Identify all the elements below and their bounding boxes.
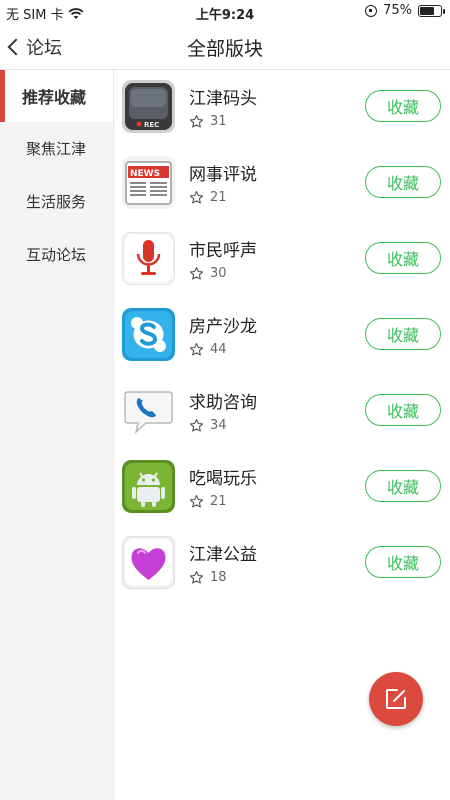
sidebar-item-focus-jiangjin[interactable]: 聚焦江津 — [0, 122, 113, 175]
board-name: 吃喝玩乐 — [189, 469, 257, 489]
sidebar-item-label: 互动论坛 — [26, 246, 87, 264]
compose-button[interactable] — [369, 672, 423, 726]
android-icon — [122, 460, 175, 513]
board-follow-count: 30 — [189, 266, 227, 281]
board-name: 市民呼声 — [189, 241, 257, 261]
count-value: 21 — [210, 494, 227, 509]
board-row[interactable]: 求助咨询 34 收藏 — [114, 374, 450, 450]
board-name: 江津码头 — [189, 89, 257, 109]
board-row[interactable]: REC 江津码头 31 收藏 — [114, 70, 450, 146]
favorite-button[interactable]: 收藏 — [365, 166, 441, 198]
count-value: 18 — [210, 570, 227, 585]
count-value: 30 — [210, 266, 227, 281]
newspaper-icon: NEWS — [122, 156, 175, 209]
board-follow-count: 21 — [189, 190, 227, 205]
favorite-button[interactable]: 收藏 — [365, 90, 441, 122]
board-row[interactable]: 江津公益 18 收藏 — [114, 526, 450, 602]
board-follow-count: 31 — [189, 114, 227, 129]
rec-tv-icon: REC — [122, 80, 175, 133]
microphone-icon — [122, 232, 175, 285]
favorite-button[interactable]: 收藏 — [365, 318, 441, 350]
battery-icon — [418, 4, 445, 17]
sidebar-item-label: 生活服务 — [26, 193, 87, 211]
rotation-lock-icon — [365, 4, 378, 17]
board-follow-count: 34 — [189, 418, 227, 433]
skype-icon — [122, 308, 175, 361]
count-value: 21 — [210, 190, 227, 205]
star-outline-icon — [189, 495, 204, 508]
nav-bar: 论坛 全部版块 — [0, 24, 450, 70]
sidebar-item-label: 聚焦江津 — [26, 140, 87, 158]
favorite-button[interactable]: 收藏 — [365, 470, 441, 502]
news-label: NEWS — [130, 169, 160, 179]
board-name: 房产沙龙 — [189, 317, 257, 337]
page-title: 全部版块 — [186, 38, 263, 60]
board-row[interactable]: NEWS 网事评说 21 收藏 — [114, 146, 450, 222]
sidebar-item-interactive-forum[interactable]: 互动论坛 — [0, 228, 113, 281]
board-row[interactable]: 房产沙龙 44 收藏 — [114, 298, 450, 374]
favorite-button[interactable]: 收藏 — [365, 394, 441, 426]
star-outline-icon — [189, 571, 204, 584]
star-outline-icon — [189, 267, 204, 280]
star-outline-icon — [189, 343, 204, 356]
battery-fill — [420, 6, 435, 15]
favorite-button[interactable]: 收藏 — [365, 546, 441, 578]
star-outline-icon — [189, 419, 204, 432]
count-value: 31 — [210, 114, 227, 129]
star-outline-icon — [189, 115, 204, 128]
board-name: 江津公益 — [189, 545, 257, 565]
heart-icon — [122, 536, 175, 589]
board-follow-count: 18 — [189, 570, 227, 585]
board-row[interactable]: 市民呼声 30 收藏 — [114, 222, 450, 298]
board-follow-count: 44 — [189, 342, 227, 357]
count-value: 44 — [210, 342, 227, 357]
sidebar-item-recommended[interactable]: 推荐收藏 — [0, 70, 113, 122]
status-right: 75% — [365, 3, 445, 18]
board-name: 网事评说 — [189, 165, 257, 185]
status-bar: 无 SIM 卡 上午9:24 75% — [0, 0, 450, 24]
board-row[interactable]: 吃喝玩乐 21 收藏 — [114, 450, 450, 526]
sidebar-item-label: 推荐收藏 — [22, 88, 87, 107]
board-name: 求助咨询 — [189, 393, 257, 413]
sidebar-item-life-services[interactable]: 生活服务 — [0, 175, 113, 228]
category-sidebar: 推荐收藏 聚焦江津 生活服务 互动论坛 — [0, 70, 113, 800]
star-outline-icon — [189, 191, 204, 204]
rec-label: REC — [144, 121, 159, 129]
edit-icon — [386, 689, 406, 709]
battery-percent: 75% — [383, 3, 412, 18]
phone-bubble-icon — [122, 384, 175, 437]
favorite-button[interactable]: 收藏 — [365, 242, 441, 274]
count-value: 34 — [210, 418, 227, 433]
board-follow-count: 21 — [189, 494, 227, 509]
